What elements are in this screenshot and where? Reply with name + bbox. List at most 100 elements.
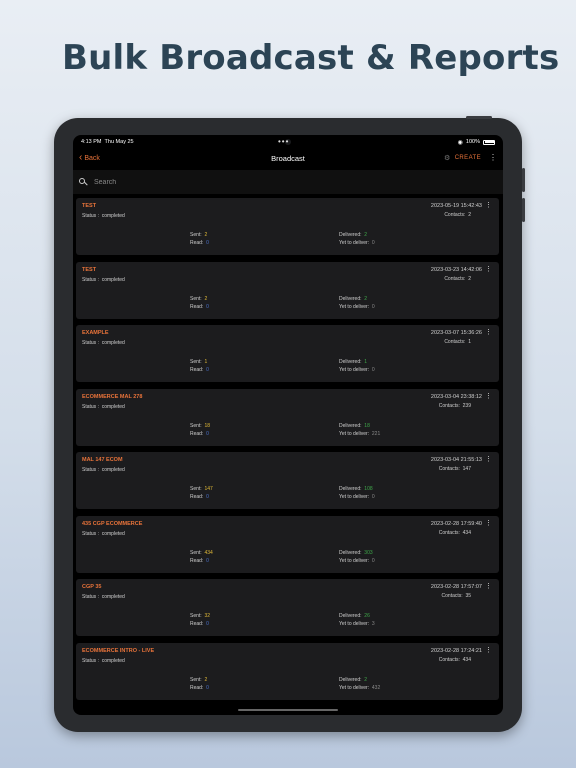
- read-stat: Read: 0: [190, 430, 209, 437]
- navigation-bar: ‹ Back Broadcast ⚙ CREATE ⋮: [73, 149, 503, 167]
- chevron-left-icon: ‹: [79, 152, 83, 163]
- yet-to-deliver-stat: Yet to deliver: 0: [339, 303, 375, 310]
- broadcast-card[interactable]: EXAMPLE Status : completed 2023-03-07 15…: [76, 325, 499, 382]
- broadcast-name: CGP 35: [82, 584, 102, 590]
- broadcast-contacts: Contacts: 2: [444, 275, 471, 282]
- sent-stat: Sent: 32: [190, 613, 211, 619]
- yet-to-deliver-stat: Yet to deliver: 432: [339, 684, 381, 691]
- sent-stat: Sent: 2: [190, 232, 208, 238]
- delivered-stat: Delivered: 26: [339, 613, 370, 619]
- broadcast-date: 2023-02-28 17:57:07: [430, 584, 482, 590]
- read-stat: Read: 0: [190, 684, 209, 691]
- broadcast-card[interactable]: 435 CGP ECOMMERCE Status : completed 202…: [76, 515, 499, 573]
- wifi-icon: ◉: [457, 139, 463, 146]
- broadcast-card[interactable]: TEST Status : completed 2023-03-23 14:42…: [76, 261, 499, 319]
- card-more-icon[interactable]: ⋮: [485, 520, 492, 527]
- broadcast-date: 2023-03-04 21:55:13: [430, 457, 482, 463]
- card-more-icon[interactable]: ⋮: [485, 202, 492, 209]
- delivered-stat: Delivered: 2: [339, 295, 368, 302]
- broadcast-name: EXAMPLE: [82, 330, 109, 336]
- yet-to-deliver-stat: Yet to deliver: 0: [339, 494, 375, 500]
- tablet-screen: 4:13 PM Thu May 25 ••• ◉ 100% ‹ Back Bro…: [73, 135, 503, 715]
- status-time: 4:13 PM Thu May 25: [81, 139, 134, 145]
- yet-to-deliver-stat: Yet to deliver: 3: [339, 621, 375, 627]
- search-icon: [79, 177, 88, 187]
- more-options-icon[interactable]: ⋮: [489, 154, 497, 162]
- broadcast-name: ECOMMERCE INTRO - LIVE: [82, 647, 155, 654]
- card-more-icon[interactable]: ⋮: [485, 393, 492, 400]
- broadcast-date: 2023-03-07 15:36:26: [430, 330, 482, 336]
- search-input[interactable]: [94, 178, 474, 186]
- back-button[interactable]: ‹ Back: [79, 153, 100, 163]
- read-stat: Read: 0: [190, 303, 209, 310]
- delivered-stat: Delivered: 2: [339, 676, 368, 683]
- broadcast-date: 2023-03-04 23:38:12: [430, 393, 482, 400]
- broadcast-contacts: Contacts: 239: [438, 402, 471, 409]
- back-label: Back: [84, 154, 100, 162]
- sent-stat: Sent: 18: [190, 422, 211, 429]
- yet-to-deliver-stat: Yet to deliver: 0: [339, 367, 375, 373]
- broadcast-name: TEST: [82, 203, 97, 209]
- broadcast-contacts: Contacts: 147: [438, 466, 471, 472]
- broadcast-contacts: Contacts: 1: [444, 339, 471, 345]
- broadcast-card[interactable]: ECOMMERCE INTRO - LIVE Status : complete…: [76, 642, 499, 700]
- volume-up-button: [522, 168, 525, 192]
- broadcast-name: 435 CGP ECOMMERCE: [82, 520, 143, 527]
- tablet-frame: 4:13 PM Thu May 25 ••• ◉ 100% ‹ Back Bro…: [54, 116, 525, 732]
- battery-percent: 100%: [465, 139, 480, 145]
- read-stat: Read: 0: [190, 621, 209, 627]
- nav-actions: ⚙ CREATE ⋮: [444, 154, 497, 163]
- broadcast-date: 2023-02-28 17:24:21: [430, 647, 482, 654]
- sent-stat: Sent: 1: [190, 359, 208, 365]
- card-more-icon[interactable]: ⋮: [485, 456, 492, 463]
- broadcast-status: Status : completed: [82, 340, 125, 346]
- broadcast-contacts: Contacts: 434: [438, 656, 471, 663]
- broadcast-card[interactable]: CGP 35 Status : completed 2023-02-28 17:…: [76, 579, 499, 636]
- broadcast-contacts: Contacts: 434: [438, 529, 471, 536]
- card-more-icon[interactable]: ⋮: [485, 329, 492, 336]
- read-stat: Read: 0: [190, 240, 209, 246]
- broadcast-status: Status : completed: [82, 657, 125, 664]
- yet-to-deliver-stat: Yet to deliver: 221: [339, 430, 381, 437]
- status-right: ◉ 100%: [458, 139, 495, 146]
- battery-icon: [483, 139, 495, 145]
- yet-to-deliver-stat: Yet to deliver: 0: [339, 240, 375, 246]
- broadcast-name: ECOMMERCE MAL 278: [82, 393, 143, 400]
- sent-stat: Sent: 2: [190, 676, 208, 683]
- sent-stat: Sent: 434: [190, 549, 213, 556]
- read-stat: Read: 0: [190, 557, 209, 564]
- broadcast-card[interactable]: TEST Status : completed 2023-05-19 15:42…: [76, 198, 499, 255]
- multitask-dots[interactable]: •••: [278, 137, 289, 146]
- broadcast-card[interactable]: ECOMMERCE MAL 278 Status : completed 202…: [76, 388, 499, 446]
- volume-down-button: [522, 198, 525, 222]
- broadcast-status: Status : completed: [82, 403, 125, 410]
- gear-icon: ⚙: [444, 155, 451, 162]
- broadcast-status: Status : completed: [82, 530, 125, 537]
- broadcast-date: 2023-03-23 14:42:06: [430, 266, 482, 273]
- card-more-icon[interactable]: ⋮: [485, 647, 492, 654]
- read-stat: Read: 0: [190, 367, 209, 373]
- sent-stat: Sent: 2: [190, 295, 208, 302]
- card-more-icon[interactable]: ⋮: [485, 583, 492, 590]
- broadcast-name: MAL 147 ECOM: [82, 457, 123, 463]
- home-indicator[interactable]: [238, 708, 338, 711]
- power-button: [466, 116, 492, 119]
- yet-to-deliver-stat: Yet to deliver: 0: [339, 557, 375, 564]
- delivered-stat: Delivered: 303: [339, 549, 373, 556]
- broadcast-date: 2023-05-19 15:42:43: [430, 203, 482, 209]
- search-bar: [73, 170, 503, 194]
- delivered-stat: Delivered: 18: [339, 422, 370, 429]
- page-headline: Bulk Broadcast & Reports: [62, 38, 560, 78]
- broadcast-contacts: Contacts: 35: [441, 593, 471, 599]
- broadcast-name: TEST: [82, 266, 97, 273]
- broadcast-contacts: Contacts: 2: [444, 212, 471, 218]
- page-title: Broadcast: [271, 153, 305, 163]
- delivered-stat: Delivered: 108: [339, 486, 373, 492]
- card-more-icon[interactable]: ⋮: [485, 266, 492, 273]
- delivered-stat: Delivered: 2: [339, 232, 368, 238]
- read-stat: Read: 0: [190, 494, 209, 500]
- create-button[interactable]: ⚙ CREATE: [444, 154, 481, 162]
- sent-stat: Sent: 147: [190, 486, 213, 492]
- broadcast-date: 2023-02-28 17:59:40: [430, 520, 482, 527]
- broadcast-card[interactable]: MAL 147 ECOM Status : completed 2023-03-…: [76, 452, 499, 509]
